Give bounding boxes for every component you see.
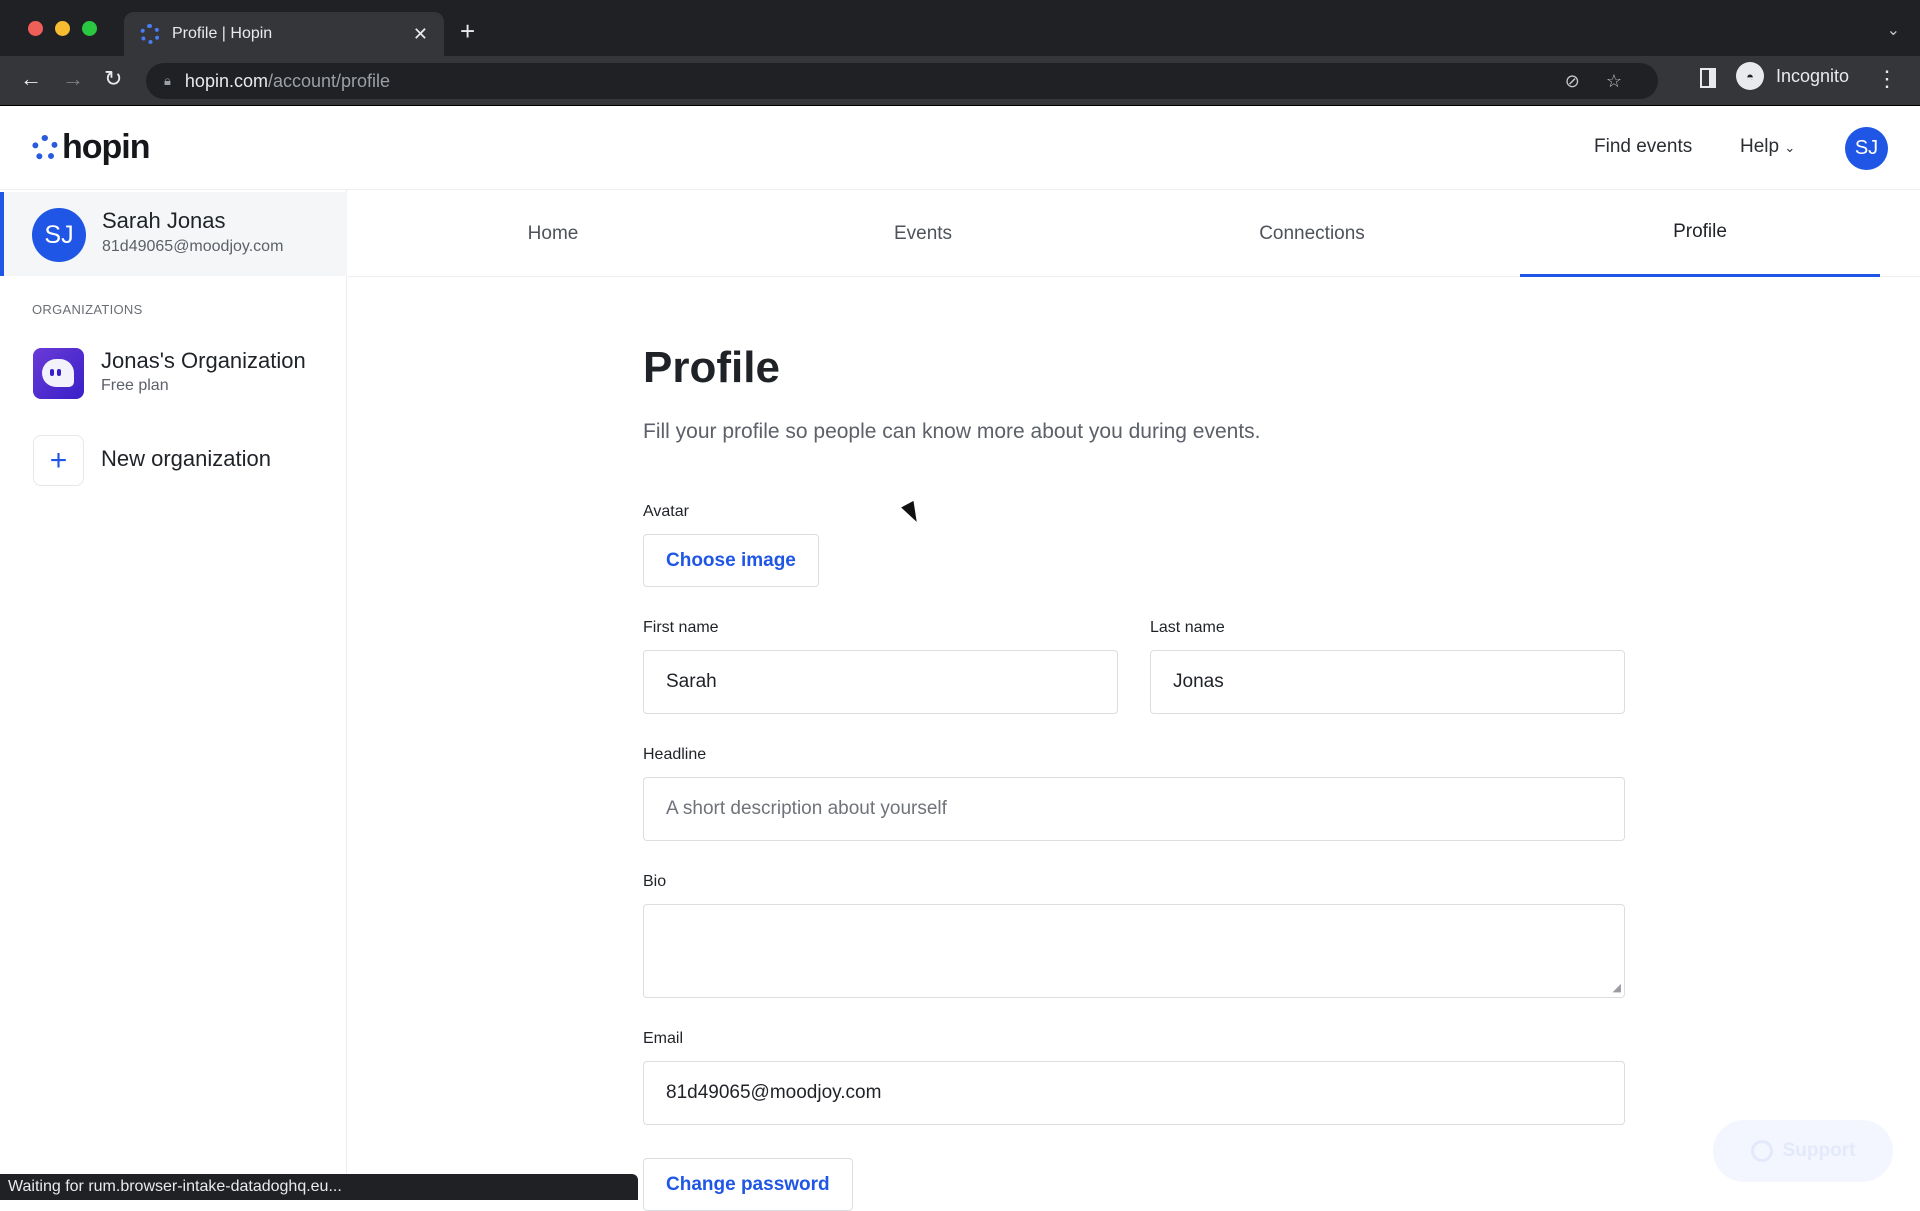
tab-connections[interactable]: Connections xyxy=(1132,190,1492,277)
browser-tab-strip: Profile | Hopin ✕ + ⌄ xyxy=(0,0,1920,56)
change-password-button[interactable]: Change password xyxy=(643,1158,853,1211)
first-name-label: First name xyxy=(643,619,719,636)
headline-input[interactable]: A short description about yourself xyxy=(643,777,1625,841)
last-name-input[interactable]: Jonas xyxy=(1150,650,1625,714)
page-title: Profile xyxy=(643,343,780,392)
url-path: /account/profile xyxy=(267,70,391,91)
tab-search-chevron-icon[interactable]: ⌄ xyxy=(1887,20,1900,40)
url-host: hopin.com xyxy=(184,70,268,91)
hopin-logo[interactable]: hopin xyxy=(32,128,151,167)
plus-icon: + xyxy=(33,435,84,486)
close-tab-icon[interactable]: ✕ xyxy=(413,24,428,45)
back-icon[interactable]: ← xyxy=(20,66,42,92)
account-tabs: Home Events Connections Profile xyxy=(348,190,1920,277)
support-label: Support xyxy=(1782,1140,1856,1161)
lock-icon: 🔒︎ xyxy=(164,73,171,88)
logo-text: hopin xyxy=(62,128,151,166)
user-name: Sarah Jonas xyxy=(102,208,226,233)
mouse-cursor-icon xyxy=(901,500,923,526)
support-icon xyxy=(1750,1140,1773,1162)
organizations-heading: ORGANIZATIONS xyxy=(32,302,143,317)
forward-icon[interactable]: → xyxy=(62,66,84,92)
avatar: SJ xyxy=(32,208,86,262)
user-email: 81d49065@moodjoy.com xyxy=(102,238,284,255)
tab-events[interactable]: Events xyxy=(743,190,1103,277)
organization-ghost-icon xyxy=(33,348,84,399)
page-subtitle: Fill your profile so people can know mor… xyxy=(643,420,1261,443)
sidebar-user-card[interactable]: SJ Sarah Jonas 81d49065@moodjoy.com xyxy=(0,192,347,276)
user-avatar-button[interactable]: SJ xyxy=(1845,127,1888,170)
maximize-window-button[interactable] xyxy=(82,21,97,36)
email-input[interactable]: 81d49065@moodjoy.com xyxy=(643,1061,1625,1125)
reload-icon[interactable]: ↻ xyxy=(104,66,122,92)
incognito-label: Incognito xyxy=(1776,65,1850,86)
hopin-favicon-icon xyxy=(140,24,160,44)
organization-name: Jonas's Organization xyxy=(101,348,306,373)
app-header: hopin Find events Help ⌄ SJ xyxy=(0,106,1920,190)
browser-status-bar: Waiting for rum.browser-intake-datadoghq… xyxy=(0,1174,638,1200)
tab-title: Profile | Hopin xyxy=(172,25,273,42)
side-panel-icon[interactable] xyxy=(1700,68,1716,88)
help-menu[interactable]: Help ⌄ xyxy=(1740,136,1795,158)
help-label: Help xyxy=(1740,136,1780,157)
find-events-link[interactable]: Find events xyxy=(1594,136,1692,158)
incognito-icon: ◓ xyxy=(1736,62,1764,90)
tab-profile[interactable]: Profile xyxy=(1520,190,1880,277)
new-tab-button[interactable]: + xyxy=(460,16,475,47)
chevron-down-icon: ⌄ xyxy=(1784,140,1796,155)
new-organization-label: New organization xyxy=(101,446,271,471)
address-bar[interactable]: 🔒︎ hopin.com /account/profile ⊘ ☆ xyxy=(146,63,1658,99)
resize-handle-icon[interactable]: ◢ xyxy=(1613,981,1621,994)
eye-off-icon[interactable]: ⊘ xyxy=(1565,71,1580,92)
bio-label: Bio xyxy=(643,873,667,890)
browser-menu-icon[interactable]: ⋮ xyxy=(1876,66,1898,92)
last-name-label: Last name xyxy=(1150,619,1225,636)
headline-label: Headline xyxy=(643,746,707,763)
incognito-profile-button[interactable]: ◓ Incognito xyxy=(1736,62,1849,90)
hopin-logo-icon xyxy=(32,134,58,161)
browser-toolbar: ← → ↻ 🔒︎ hopin.com /account/profile ⊘ ☆ … xyxy=(0,56,1920,106)
tab-home[interactable]: Home xyxy=(373,190,733,277)
first-name-input[interactable]: Sarah xyxy=(643,650,1118,714)
organization-plan: Free plan xyxy=(101,377,169,394)
sidebar: SJ Sarah Jonas 81d49065@moodjoy.com ORGA… xyxy=(0,190,347,1200)
bio-textarea[interactable]: ◢ xyxy=(643,904,1625,998)
close-window-button[interactable] xyxy=(28,21,43,36)
avatar-label: Avatar xyxy=(643,503,689,520)
bookmark-star-icon[interactable]: ☆ xyxy=(1606,71,1622,92)
email-label: Email xyxy=(643,1030,684,1047)
choose-image-button[interactable]: Choose image xyxy=(643,534,819,587)
browser-tab[interactable]: Profile | Hopin ✕ xyxy=(124,12,444,56)
minimize-window-button[interactable] xyxy=(55,21,70,36)
support-button[interactable]: Support xyxy=(1713,1120,1893,1182)
